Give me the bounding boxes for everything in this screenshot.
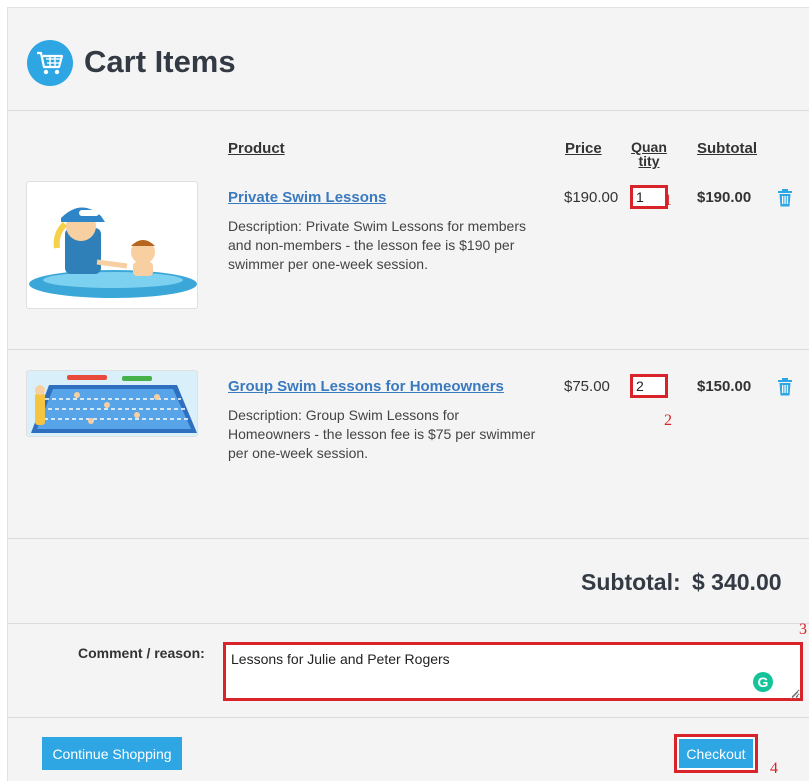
page-title: Cart Items — [84, 44, 236, 79]
quantity-input-group-swim[interactable] — [630, 374, 668, 398]
grammarly-icon[interactable]: G — [753, 672, 773, 692]
divider — [7, 717, 809, 718]
comment-textarea[interactable]: Lessons for Julie and Peter Rogers — [223, 642, 803, 701]
column-header-subtotal: Subtotal — [697, 140, 757, 157]
column-header-product: Product — [228, 140, 285, 157]
cart-subtotal-value: $ 340.00 — [692, 569, 782, 595]
annotation-marker: 1 — [664, 192, 672, 209]
product-image-group-swim — [26, 370, 198, 437]
annotation-marker: 3 — [799, 621, 807, 638]
column-header-quantity: Quan tity — [631, 139, 667, 169]
product-price: $75.00 — [564, 378, 610, 395]
divider — [7, 538, 809, 539]
shopping-cart-icon — [27, 40, 73, 86]
checkout-highlight: Checkout — [674, 734, 758, 773]
resize-grip-icon[interactable] — [789, 687, 799, 700]
product-description: Description: Private Swim Lessons for me… — [228, 218, 526, 272]
product-link-private-swim-lessons[interactable]: Private Swim Lessons — [228, 189, 386, 207]
comment-label: Comment / reason: — [78, 645, 205, 661]
column-header-price: Price — [565, 140, 602, 157]
row-subtotal: $190.00 — [697, 189, 752, 206]
divider — [7, 349, 809, 350]
quantity-input-private-swim[interactable] — [630, 185, 668, 209]
divider — [7, 623, 809, 624]
cart-subtotal-label: Subtotal: — [581, 569, 681, 595]
product-image-private-swim — [26, 181, 198, 309]
row-subtotal: $150.00 — [697, 378, 752, 395]
product-description: Description: Group Swim Lessons for Home… — [228, 407, 536, 461]
product-price: $190.00 — [564, 189, 619, 206]
trash-icon[interactable] — [777, 189, 793, 207]
annotation-marker: 4 — [770, 760, 778, 777]
checkout-button[interactable]: Checkout — [679, 739, 753, 768]
continue-shopping-button[interactable]: Continue Shopping — [42, 737, 182, 770]
trash-icon[interactable] — [777, 378, 793, 396]
divider — [7, 110, 809, 111]
product-link-group-swim-lessons[interactable]: Group Swim Lessons for Homeowners — [228, 378, 504, 396]
annotation-marker: 2 — [664, 412, 672, 429]
